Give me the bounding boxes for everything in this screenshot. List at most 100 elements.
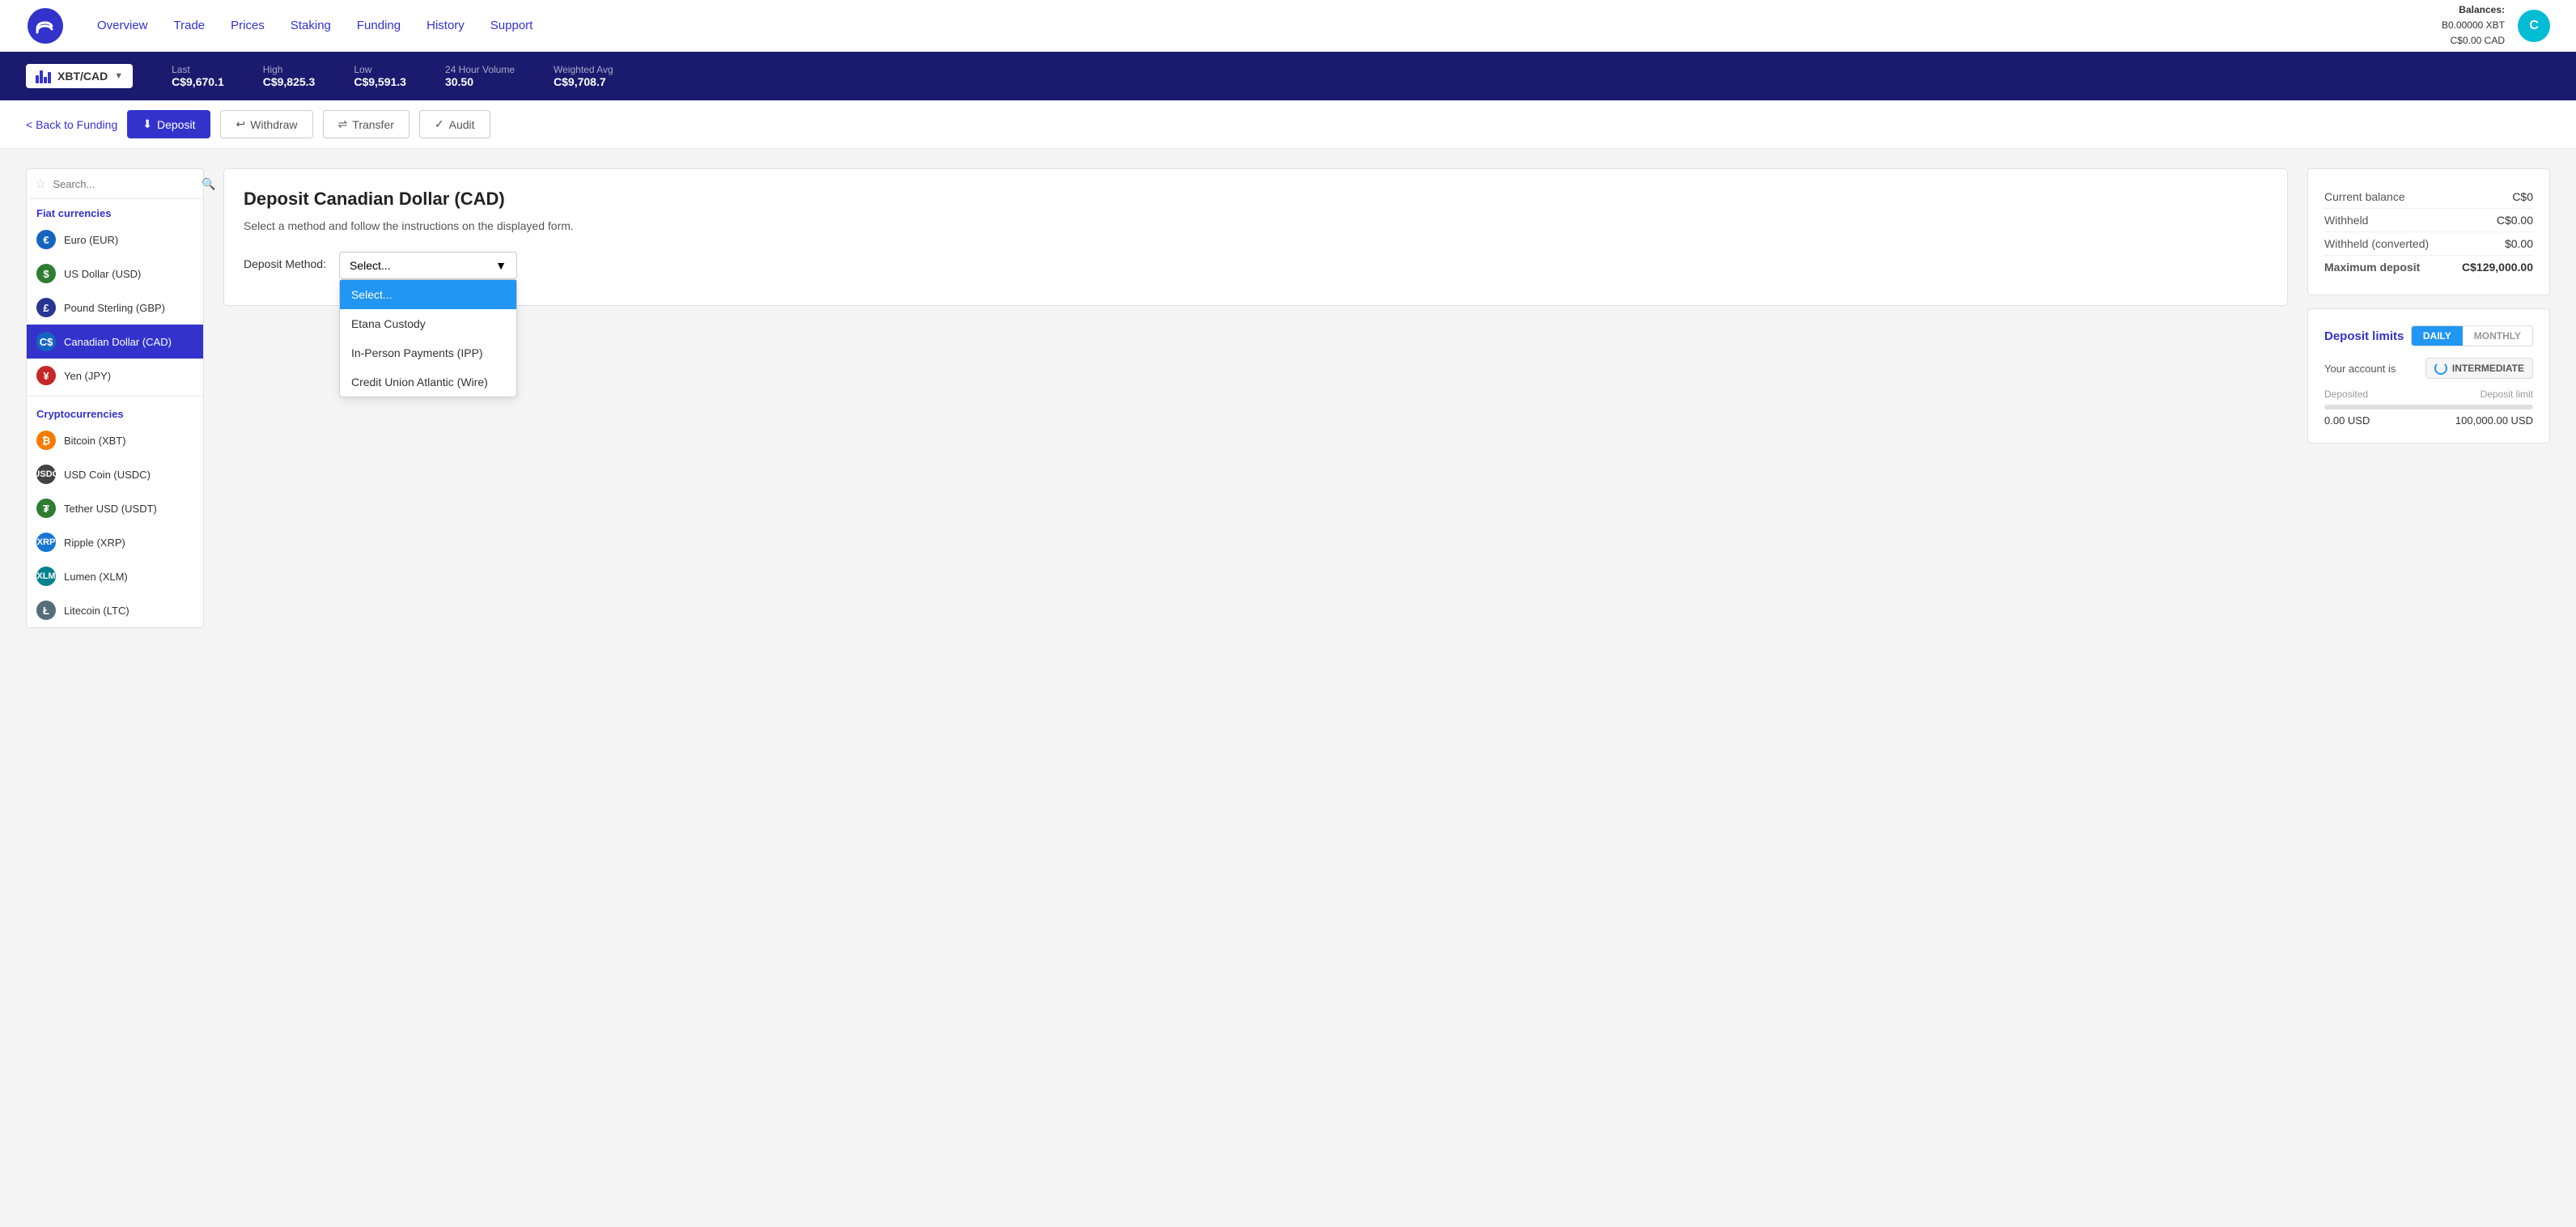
limits-header: Deposit limits DAILY MONTHLY: [2324, 325, 2533, 346]
balance-row-current: Current balance C$0: [2324, 185, 2533, 209]
limits-title: Deposit limits: [2324, 329, 2404, 343]
balance-maximum-value: C$129,000.00: [2462, 261, 2533, 274]
xbt-icon: ₿: [36, 431, 56, 450]
currency-item-jpy[interactable]: ¥ Yen (JPY): [27, 359, 203, 393]
transfer-button[interactable]: ⇌ Transfer: [323, 110, 410, 138]
nav-staking[interactable]: Staking: [291, 19, 331, 32]
account-level-badge: INTERMEDIATE: [2425, 358, 2533, 379]
right-panels: Current balance C$0 Withheld C$0.00 With…: [2307, 168, 2550, 444]
currency-item-xlm[interactable]: XLM Lumen (XLM): [27, 559, 203, 593]
balance-withheld-label: Withheld: [2324, 214, 2368, 227]
currency-item-usdc[interactable]: USDC USD Coin (USDC): [27, 457, 203, 491]
balance-withheld-converted-label: Withheld (converted): [2324, 237, 2429, 250]
limits-tab-monthly[interactable]: MONTHLY: [2463, 326, 2532, 346]
currency-item-usdt[interactable]: ₮ Tether USD (USDT): [27, 491, 203, 525]
nav-prices[interactable]: Prices: [231, 19, 265, 32]
xrp-label: Ripple (XRP): [64, 537, 125, 549]
balance-row-withheld-converted: Withheld (converted) $0.00: [2324, 232, 2533, 256]
deposit-subtitle: Select a method and follow the instructi…: [244, 219, 2268, 232]
withdraw-button[interactable]: ↩ Withdraw: [220, 110, 312, 138]
jpy-label: Yen (JPY): [64, 370, 111, 382]
ticker-bar: XBT/CAD ▼ Last C$9,670.1 High C$9,825.3 …: [0, 52, 2576, 100]
sidebar: ☆ 🔍 Fiat currencies € Euro (EUR) $ US Do…: [26, 168, 204, 628]
xlm-label: Lumen (XLM): [64, 571, 128, 583]
search-input[interactable]: [53, 178, 195, 190]
balance-withheld-converted-value: $0.00: [2505, 237, 2533, 250]
limits-tab-daily[interactable]: DAILY: [2412, 326, 2463, 346]
deposit-title: Deposit Canadian Dollar (CAD): [244, 189, 2268, 210]
logo[interactable]: [26, 6, 65, 45]
limits-card: Deposit limits DAILY MONTHLY Your accoun…: [2307, 308, 2550, 444]
currency-item-xrp[interactable]: XRP Ripple (XRP): [27, 525, 203, 559]
eur-label: Euro (EUR): [64, 234, 118, 246]
usd-label: US Dollar (USD): [64, 268, 141, 280]
ticker-weighted-avg: Weighted Avg C$9,708.7: [554, 64, 613, 88]
xlm-icon: XLM: [36, 567, 56, 586]
currency-item-eur[interactable]: € Euro (EUR): [27, 223, 203, 257]
eur-icon: €: [36, 230, 56, 249]
nav-funding[interactable]: Funding: [357, 19, 401, 32]
nav-trade[interactable]: Trade: [174, 19, 206, 32]
currency-item-gbp[interactable]: £ Pound Sterling (GBP): [27, 291, 203, 325]
sub-nav: < Back to Funding ⬇ Deposit ↩ Withdraw ⇌…: [0, 100, 2576, 149]
badge-spinner-icon: [2434, 362, 2447, 375]
transfer-button-label: Transfer: [352, 118, 394, 131]
dropdown-option-select[interactable]: Select...: [340, 280, 516, 309]
deposit-button[interactable]: ⬇ Deposit: [127, 110, 210, 138]
balances-info: Balances: B0.00000 XBT C$0.00 CAD: [2442, 2, 2505, 49]
dropdown-option-ipp[interactable]: In-Person Payments (IPP): [340, 338, 516, 367]
dropdown-list: Select... Etana Custody In-Person Paymen…: [339, 279, 517, 397]
ticker-low: Low C$9,591.3: [354, 64, 406, 88]
audit-icon: ✓: [435, 117, 444, 131]
audit-button-label: Audit: [449, 118, 475, 131]
audit-button[interactable]: ✓ Audit: [419, 110, 490, 138]
cad-label: Canadian Dollar (CAD): [64, 336, 172, 348]
balance-cad: C$0.00 CAD: [2442, 33, 2505, 49]
search-icon[interactable]: 🔍: [202, 177, 215, 191]
balance-row-maximum: Maximum deposit C$129,000.00: [2324, 256, 2533, 278]
usdt-label: Tether USD (USDT): [64, 503, 157, 515]
nav-links: Overview Trade Prices Staking Funding Hi…: [97, 19, 533, 32]
deposit-button-label: Deposit: [157, 118, 195, 131]
ticker-volume: 24 Hour Volume 30.50: [445, 64, 515, 88]
currency-item-cad[interactable]: C$ Canadian Dollar (CAD): [27, 325, 203, 359]
usdc-icon: USDC: [36, 465, 56, 484]
deposit-form: Deposit Canadian Dollar (CAD) Select a m…: [223, 168, 2288, 306]
gbp-icon: £: [36, 298, 56, 317]
back-to-funding-link[interactable]: < Back to Funding: [26, 118, 117, 131]
currency-item-usd[interactable]: $ US Dollar (USD): [27, 257, 203, 291]
limits-tabs: DAILY MONTHLY: [2411, 325, 2533, 346]
dropdown-header[interactable]: Select... ▼: [339, 252, 517, 279]
dropdown-option-etana[interactable]: Etana Custody: [340, 309, 516, 338]
transfer-icon: ⇌: [338, 117, 348, 131]
deposit-method-dropdown[interactable]: Select... ▼ Select... Etana Custody In-P…: [339, 252, 517, 279]
nav-history[interactable]: History: [427, 19, 465, 32]
account-level-label: Your account is: [2324, 363, 2396, 375]
sidebar-search-bar: ☆ 🔍: [27, 169, 203, 199]
avatar[interactable]: C: [2518, 10, 2550, 42]
ticker-caret-icon: ▼: [114, 71, 123, 81]
currency-item-xbt[interactable]: ₿ Bitcoin (XBT): [27, 423, 203, 457]
chart-icon: [36, 69, 51, 83]
fiat-section-label: Fiat currencies: [27, 199, 203, 223]
deposit-method-dropdown-container: Select... ▼ Select... Etana Custody In-P…: [339, 248, 517, 279]
currency-item-ltc[interactable]: Ł Litecoin (LTC): [27, 593, 203, 627]
ticker-pair-label: XBT/CAD: [57, 70, 108, 83]
withdraw-icon: ↩: [236, 117, 245, 131]
balance-xbt: B0.00000 XBT: [2442, 18, 2505, 33]
navbar-left: Overview Trade Prices Staking Funding Hi…: [26, 6, 533, 45]
nav-support[interactable]: Support: [490, 19, 533, 32]
gbp-label: Pound Sterling (GBP): [64, 302, 165, 314]
limits-progress-values: 0.00 USD 100,000.00 USD: [2324, 414, 2533, 427]
withdraw-button-label: Withdraw: [250, 118, 297, 131]
navbar-right: Balances: B0.00000 XBT C$0.00 CAD C: [2442, 2, 2550, 49]
deposited-col-header: Deposited: [2324, 388, 2368, 400]
dropdown-option-cua[interactable]: Credit Union Atlantic (Wire): [340, 367, 516, 397]
sidebar-divider: [27, 396, 203, 397]
nav-overview[interactable]: Overview: [97, 19, 148, 32]
crypto-section-label: Cryptocurrencies: [27, 400, 203, 423]
deposit-method-row: Deposit Method: Select... ▼ Select... Et…: [244, 248, 2268, 279]
ticker-high: High C$9,825.3: [263, 64, 316, 88]
favorites-star-icon[interactable]: ☆: [35, 176, 46, 192]
ticker-pair-selector[interactable]: XBT/CAD ▼: [26, 64, 133, 88]
